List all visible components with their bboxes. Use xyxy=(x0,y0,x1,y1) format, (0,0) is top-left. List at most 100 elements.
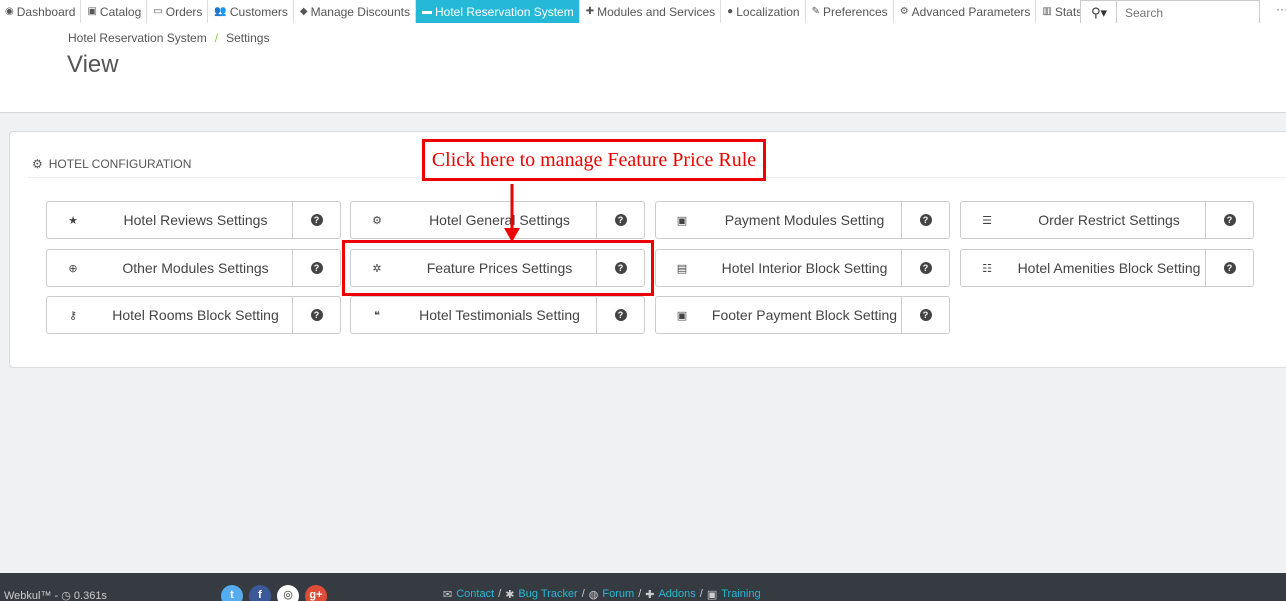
tile-label: Hotel Interior Block Setting xyxy=(721,260,888,276)
nav-item-hotel-reservation-system[interactable]: ▬ Hotel Reservation System xyxy=(415,0,580,23)
nav-label: Customers xyxy=(229,4,288,19)
tag-icon: ◆ xyxy=(299,6,308,17)
tile-hotel-interior-block-setting[interactable]: ▤ Hotel Interior Block Setting ? xyxy=(655,249,950,287)
tile-label: Footer Payment Block Setting xyxy=(711,307,898,323)
tile-hotel-testimonials-setting[interactable]: ❝ Hotel Testimonials Setting ? xyxy=(350,296,645,334)
book-icon: ▣ xyxy=(87,6,97,17)
footer-brand: Webkul™ - ◷ 0.361s xyxy=(4,590,107,601)
cogs-icon: ⚙ xyxy=(32,157,43,171)
google-plus-icon[interactable]: g+ xyxy=(305,585,327,601)
cogs-icon: ⚙ xyxy=(899,6,909,17)
wrench-icon: ✎ xyxy=(811,6,820,17)
help-button[interactable]: ? xyxy=(1205,202,1253,238)
tile-hotel-rooms-block-setting[interactable]: ⚷ Hotel Rooms Block Setting ? xyxy=(46,296,341,334)
question-circle-icon: ? xyxy=(1223,214,1236,226)
tile-payment-modules-setting[interactable]: ▣ Payment Modules Setting ? xyxy=(655,201,950,239)
footer-link-training[interactable]: Training xyxy=(721,588,760,601)
nav-label: Advanced Parameters xyxy=(911,4,1031,19)
tile-label: Hotel Rooms Block Setting xyxy=(112,307,279,323)
footer-link-contact[interactable]: Contact xyxy=(456,588,494,601)
annotation-arrow xyxy=(504,184,520,242)
footer-link-forum[interactable]: Forum xyxy=(602,588,634,601)
globe-icon: ● xyxy=(727,6,734,17)
tile-label: Hotel Amenities Block Setting xyxy=(1017,260,1201,276)
tile-label: Other Modules Settings xyxy=(122,260,269,276)
breadcrumb: Hotel Reservation System / Settings xyxy=(68,31,269,45)
question-circle-icon: ? xyxy=(310,262,323,274)
quote-icon: ❝ xyxy=(374,309,380,322)
cogs-icon: ⚙ xyxy=(372,214,382,227)
question-circle-icon: ? xyxy=(310,309,323,321)
nav-item-dashboard[interactable]: ◉ Dashboard xyxy=(0,0,82,23)
star-icon: ★ xyxy=(68,214,78,227)
tile-label: Payment Modules Setting xyxy=(724,212,885,228)
help-button[interactable]: ? xyxy=(596,297,644,333)
bar-chart-icon: ▥ xyxy=(1042,6,1052,17)
page-title: View xyxy=(67,51,119,78)
nav-item-catalog[interactable]: ▣ Catalog xyxy=(81,0,148,23)
question-circle-icon: ? xyxy=(919,309,932,321)
puzzle-icon: ✚ xyxy=(645,589,655,601)
github-icon[interactable]: ◎ xyxy=(277,585,299,601)
help-button[interactable]: ? xyxy=(901,297,949,333)
footer-links: ✉ Contact / ✱ Bug Tracker / ◍ Forum / ✚ Add… xyxy=(443,588,761,601)
tile-label: Hotel General Settings xyxy=(429,212,570,228)
nav-item-modules-and-services[interactable]: ✚ Modules and Services xyxy=(580,0,722,23)
help-button[interactable]: ? xyxy=(1205,250,1253,286)
search-input[interactable] xyxy=(1116,0,1260,25)
nav-item-customers[interactable]: 👥 Customers xyxy=(208,0,294,23)
question-circle-icon: ? xyxy=(614,214,627,226)
more-menu-icon[interactable]: ··· xyxy=(1276,2,1286,16)
footer-link-bug-tracker[interactable]: Bug Tracker xyxy=(518,588,577,601)
search-icon: ⚲▾ xyxy=(1090,4,1108,20)
nav-label: Preferences xyxy=(822,4,888,19)
nav-item-localization[interactable]: ● Localization xyxy=(721,0,806,23)
search-dropdown-button[interactable]: ⚲▾ xyxy=(1080,0,1117,25)
nav-item-manage-discounts[interactable]: ◆ Manage Discounts xyxy=(294,0,416,23)
book-icon: ▣ xyxy=(706,589,718,601)
nav-label: Orders xyxy=(165,4,203,19)
question-circle-icon: ? xyxy=(310,214,323,226)
help-button[interactable]: ? xyxy=(901,202,949,238)
help-button[interactable]: ? xyxy=(596,202,644,238)
tile-other-modules-settings[interactable]: ⊕ Other Modules Settings ? xyxy=(46,249,341,287)
breadcrumb-separator: / xyxy=(214,31,219,45)
tile-order-restrict-settings[interactable]: ☰ Order Restrict Settings ? xyxy=(960,201,1254,239)
annotation-text: Click here to manage Feature Price Rule xyxy=(431,148,757,171)
twitter-icon[interactable]: t xyxy=(221,585,243,601)
nav-item-preferences[interactable]: ✎ Preferences xyxy=(806,0,894,23)
tile-label: Hotel Testimonials Setting xyxy=(419,307,580,323)
dashboard-icon: ◉ xyxy=(5,6,14,17)
nav-label: Stats xyxy=(1054,4,1083,19)
nav-label: Manage Discounts xyxy=(310,4,410,19)
help-button[interactable]: ? xyxy=(901,250,949,286)
bug-icon: ✱ xyxy=(505,589,515,601)
credit-card-icon: ▭ xyxy=(153,6,163,17)
tile-hotel-reviews-settings[interactable]: ★ Hotel Reviews Settings ? xyxy=(46,201,341,239)
facebook-icon[interactable]: f xyxy=(249,585,271,601)
bed-icon: ▬ xyxy=(421,6,432,17)
footer-link-addons[interactable]: Addons xyxy=(658,588,695,601)
panel-heading-label: Hotel Configuration xyxy=(48,157,192,171)
breadcrumb-item[interactable]: Settings xyxy=(226,31,269,45)
list-alt-icon: ☰ xyxy=(982,214,992,227)
tile-label: Hotel Reviews Settings xyxy=(123,212,268,228)
help-button[interactable]: ? xyxy=(292,250,340,286)
nav-label: Localization xyxy=(736,4,800,19)
nav-item-advanced-parameters[interactable]: ⚙ Advanced Parameters xyxy=(894,0,1037,23)
help-button[interactable]: ? xyxy=(292,202,340,238)
nav-item-orders[interactable]: ▭ Orders xyxy=(147,0,209,23)
tile-hotel-amenities-block-setting[interactable]: ☷ Hotel Amenities Block Setting ? xyxy=(960,249,1254,287)
file-icon: ▤ xyxy=(676,262,688,275)
breadcrumb-item[interactable]: Hotel Reservation System xyxy=(68,31,207,45)
panel-heading: ⚙ Hotel Configuration xyxy=(32,157,191,171)
list-icon: ☷ xyxy=(982,262,992,275)
tile-footer-payment-block-setting[interactable]: ▣ Footer Payment Block Setting ? xyxy=(655,296,950,334)
tile-hotel-general-settings[interactable]: ⚙ Hotel General Settings ? xyxy=(350,201,645,239)
annotation-highlight-box xyxy=(342,240,654,296)
money-icon: ▣ xyxy=(676,309,688,322)
comments-icon: ◍ xyxy=(588,589,599,601)
help-button[interactable]: ? xyxy=(292,297,340,333)
nav-label: Hotel Reservation System xyxy=(434,4,574,19)
question-circle-icon: ? xyxy=(1223,262,1236,274)
